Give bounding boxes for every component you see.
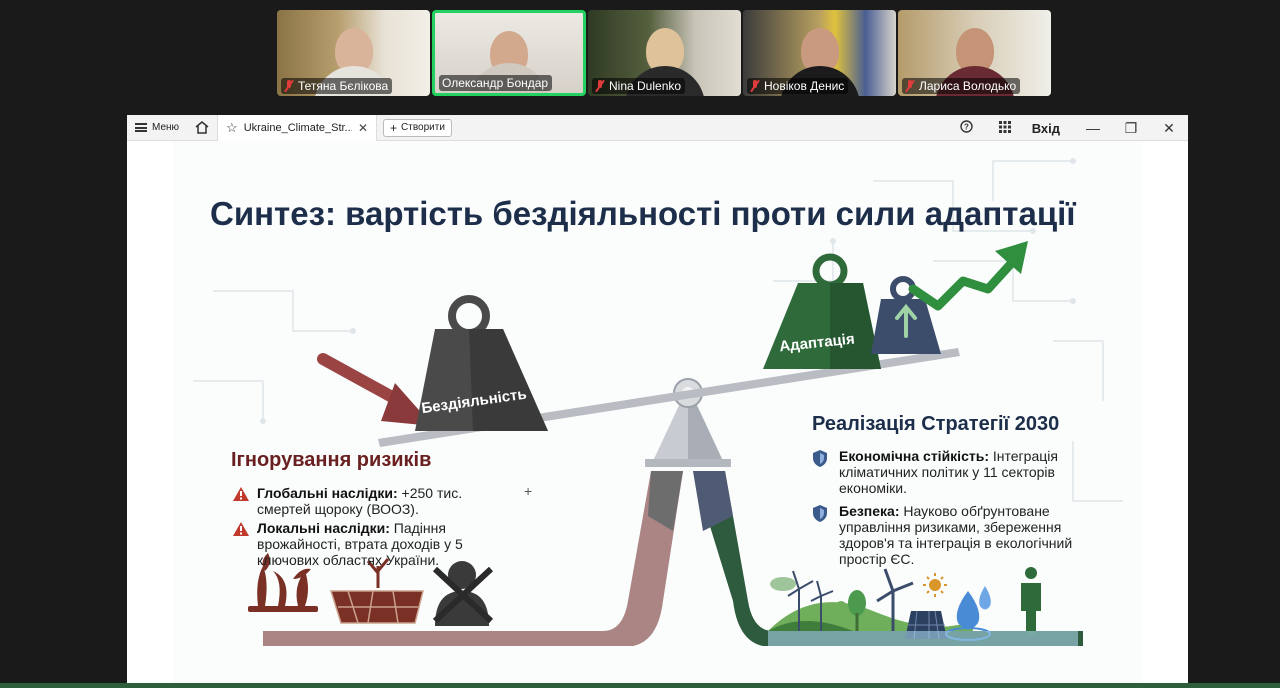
shield-icon xyxy=(813,450,827,467)
presentation-slide: Бездіяльність Адаптація Синтез: вартість… xyxy=(173,141,1143,683)
participant-name-bar: Новіков Денис xyxy=(747,78,849,94)
risk-item-label: Глобальні наслідки: xyxy=(257,485,398,501)
strategy-item-label: Безпека: xyxy=(839,503,900,519)
home-button[interactable] xyxy=(187,115,217,141)
mic-muted-icon xyxy=(595,80,605,92)
participant-tile-active-speaker[interactable]: Олександр Бондар xyxy=(432,10,586,96)
participant-tile[interactable]: Лариса Володько xyxy=(898,10,1051,96)
participant-name: Тетяна Бєлікова xyxy=(298,79,389,93)
participant-name: Олександр Бондар xyxy=(442,76,549,90)
warning-icon xyxy=(233,487,249,501)
svg-text:?: ? xyxy=(964,123,969,132)
window-controls: ? Вхід — ❐ ✕ xyxy=(948,115,1188,141)
participant-name-bar: Nina Dulenko xyxy=(592,78,686,94)
tab-title: Ukraine_Climate_Str... xyxy=(243,121,352,134)
apps-grid-icon[interactable] xyxy=(986,120,1024,136)
login-button[interactable]: Вхід xyxy=(1024,121,1074,136)
slide-title: Синтез: вартість бездіяльності проти сил… xyxy=(210,195,1076,232)
participant-name: Лариса Володько xyxy=(919,79,1017,93)
plus-icon: + xyxy=(390,120,398,135)
close-tab-icon[interactable]: ✕ xyxy=(358,121,368,135)
participant-name-bar: Тетяна Бєлікова xyxy=(281,78,393,94)
create-label: Створити xyxy=(401,122,445,133)
participant-name: Nina Dulenko xyxy=(609,79,682,93)
risk-item: Локальні наслідки: Падіння врожайності, … xyxy=(257,520,493,568)
mic-muted-icon xyxy=(750,80,760,92)
restore-icon[interactable]: ❐ xyxy=(1112,120,1150,137)
crosshair-cursor-icon: + xyxy=(524,483,533,499)
risk-item: Глобальні наслідки: +250 тис. смертей що… xyxy=(257,485,477,517)
participant-tile[interactable]: Nina Dulenko xyxy=(588,10,741,96)
participant-tile[interactable]: Новіков Денис xyxy=(743,10,896,96)
help-icon[interactable]: ? xyxy=(948,120,986,136)
create-button[interactable]: + Створити xyxy=(383,118,452,137)
bottom-accent-bar xyxy=(0,683,1280,688)
participant-strip: Тетяна Бєлікова Олександр Бондар Nina Du… xyxy=(277,10,1051,96)
mic-muted-icon xyxy=(905,80,915,92)
star-icon[interactable]: ☆ xyxy=(226,120,238,136)
menu-button[interactable]: Меню xyxy=(127,115,187,141)
document-tab[interactable]: ☆ Ukraine_Climate_Str... ✕ xyxy=(217,114,378,141)
hamburger-icon xyxy=(135,123,147,132)
participant-tile[interactable]: Тетяна Бєлікова xyxy=(277,10,430,96)
participant-name-bar: Лариса Володько xyxy=(902,78,1021,94)
risks-heading: Ігнорування ризиків xyxy=(231,449,432,471)
shield-icon xyxy=(813,505,827,522)
minimize-icon[interactable]: — xyxy=(1074,120,1112,136)
shared-screen-window: Меню ☆ Ukraine_Climate_Str... ✕ + Створи… xyxy=(127,114,1188,683)
app-tab-bar: Меню ☆ Ukraine_Climate_Str... ✕ + Створи… xyxy=(127,114,1188,141)
strategy-item-label: Економічна стійкість: xyxy=(839,448,989,464)
risk-item-label: Локальні наслідки: xyxy=(257,520,390,536)
menu-label: Меню xyxy=(152,122,180,133)
strategy-heading: Реалізація Стратегії 2030 xyxy=(812,413,1060,435)
participant-name-bar: Олександр Бондар xyxy=(439,75,553,91)
close-window-icon[interactable]: ✕ xyxy=(1150,120,1188,137)
warning-icon xyxy=(233,522,249,536)
participant-name: Новіков Денис xyxy=(764,79,845,93)
strategy-item: Економічна стійкість: Інтеграція клімати… xyxy=(839,448,1059,496)
mic-muted-icon xyxy=(284,80,294,92)
strategy-item: Безпека: Науково обґрунтоване управління… xyxy=(839,503,1103,567)
home-icon xyxy=(195,121,209,134)
